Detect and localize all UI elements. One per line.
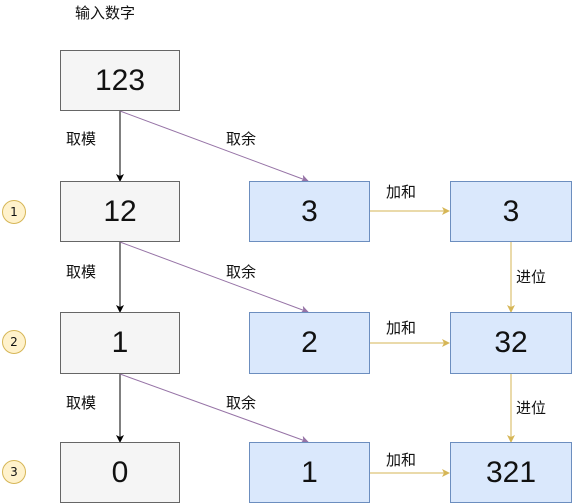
step-badge-3: 3 — [2, 460, 26, 484]
add-label-1: 加和 — [386, 183, 417, 201]
remainder-arrow-3 — [119, 373, 309, 444]
quotient-box-1: 12 — [60, 181, 180, 242]
mod-label-2: 取模 — [66, 263, 97, 281]
remainder-box-3: 1 — [249, 442, 370, 503]
carry-label-1: 进位 — [516, 268, 547, 286]
add-label-2: 加和 — [386, 319, 417, 337]
remainder-box-1: 3 — [249, 181, 370, 242]
mod-label-3: 取模 — [66, 394, 97, 412]
result-box-2: 32 — [450, 312, 572, 374]
remainder-arrow-2 — [119, 241, 309, 314]
result-box-3: 321 — [450, 442, 572, 503]
remainder-arrow-1 — [119, 110, 309, 183]
quotient-box-2: 1 — [60, 312, 180, 374]
remainder-label-2: 取余 — [226, 263, 257, 281]
add-label-3: 加和 — [386, 451, 417, 469]
input-number-box: 123 — [60, 50, 180, 111]
quotient-box-3: 0 — [60, 442, 180, 503]
carry-label-2: 进位 — [516, 399, 547, 417]
remainder-label-1: 取余 — [226, 130, 257, 148]
remainder-label-3: 取余 — [226, 394, 257, 412]
step-badge-2: 2 — [2, 330, 26, 354]
result-box-1: 3 — [450, 181, 572, 242]
remainder-box-2: 2 — [249, 312, 370, 374]
step-badge-1: 1 — [2, 200, 26, 224]
mod-label-1: 取模 — [66, 130, 97, 148]
